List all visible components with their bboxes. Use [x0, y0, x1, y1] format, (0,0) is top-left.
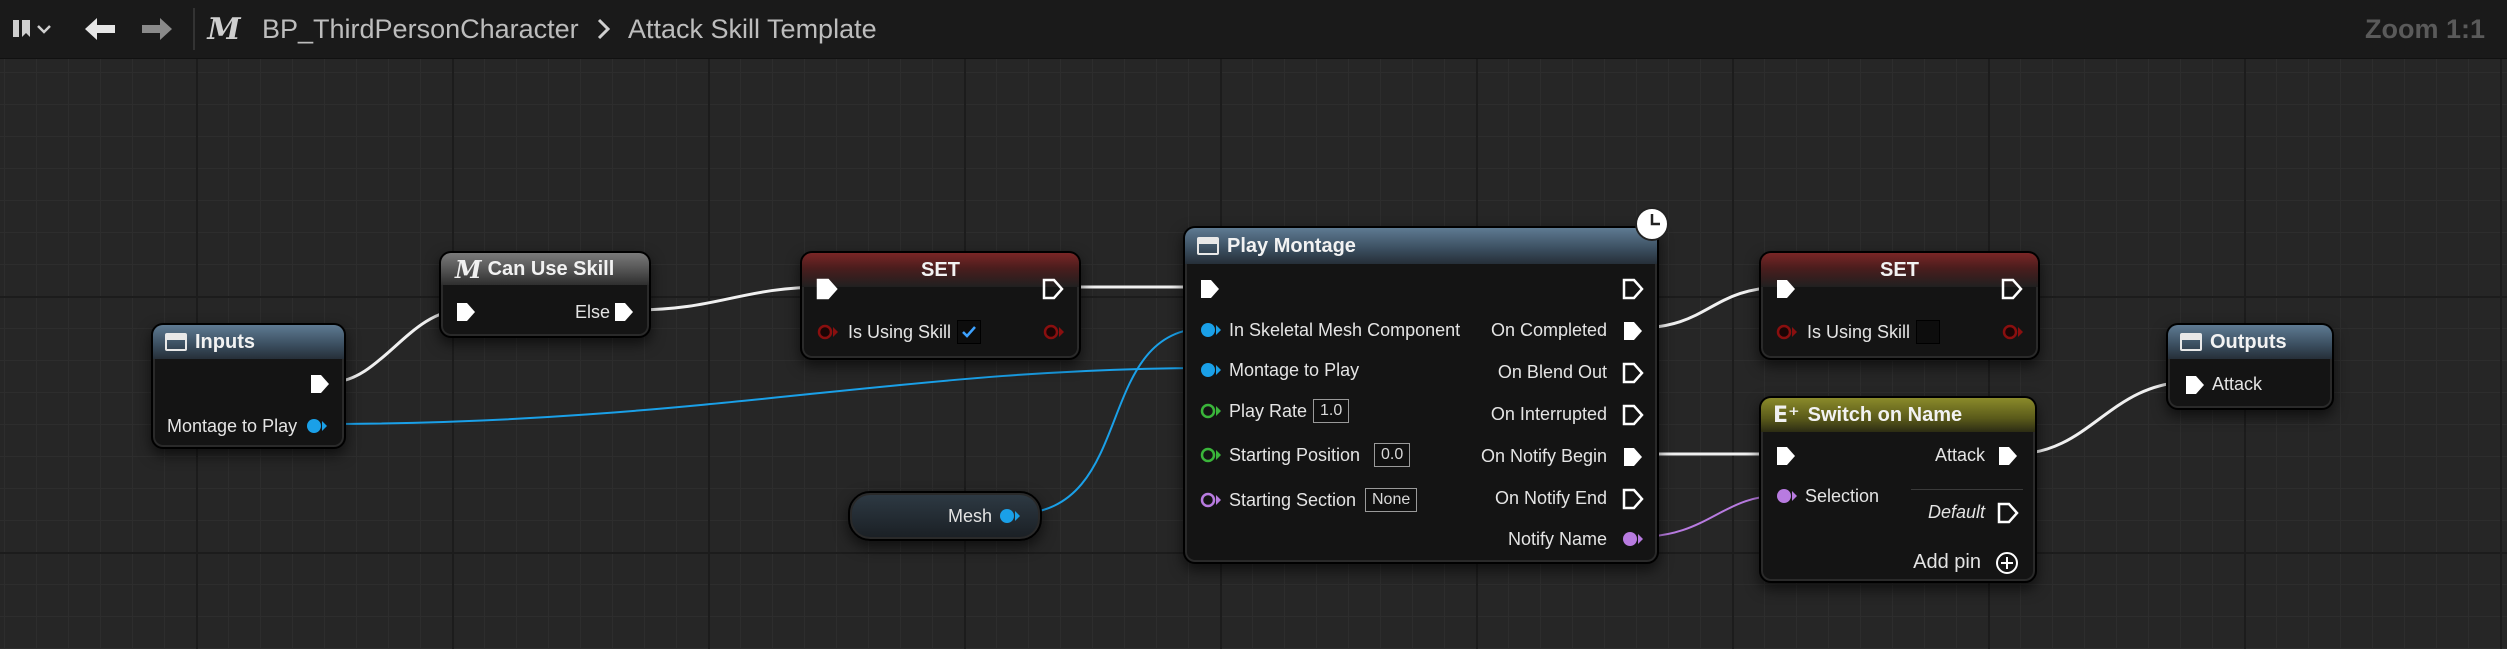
else-label: Else	[575, 302, 611, 322]
notify-name-pin[interactable]	[1621, 530, 1645, 548]
outputs-node[interactable]: Outputs Attack	[2166, 323, 2334, 410]
set-2-bool-in-pin[interactable]	[1775, 323, 1799, 341]
inputs-title: Inputs	[195, 330, 255, 353]
exec-out-pin[interactable]	[309, 373, 331, 395]
switch-attack-label: Attack	[1934, 445, 1985, 465]
on-blend-out-label: On Blend Out	[1497, 362, 1607, 382]
starting-position-pin[interactable]	[1199, 446, 1223, 464]
selection-pin[interactable]	[1775, 487, 1799, 505]
can-use-skill-node[interactable]: M Can Use Skill Else	[439, 251, 651, 338]
wire-attack-to-outputs	[2014, 380, 2191, 456]
play-montage-exec-in-pin[interactable]	[1199, 278, 1221, 300]
on-completed-label: On Completed	[1490, 320, 1607, 340]
switch-icon: E⁺	[1773, 402, 1800, 428]
mesh-label: Mesh	[948, 506, 993, 526]
play-rate-input[interactable]: 1.0	[1313, 399, 1350, 423]
set-1-bool-in-pin[interactable]	[816, 323, 840, 341]
default-label: Default	[1927, 502, 1985, 522]
outputs-attack-label: Attack	[2212, 374, 2263, 394]
wire-else-to-set1	[632, 285, 827, 312]
outputs-title: Outputs	[2210, 330, 2287, 353]
set-1-title: SET	[921, 258, 960, 281]
on-completed-pin[interactable]	[1622, 320, 1644, 342]
outputs-attack-in-pin[interactable]	[2184, 374, 2206, 396]
set-1-is-using-skill-label: Is Using Skill	[848, 322, 952, 342]
play-montage-header: Play Montage	[1185, 228, 1657, 264]
on-interrupted-label: On Interrupted	[1490, 404, 1607, 424]
play-montage-node[interactable]: Play Montage In Skeletal Mesh Component …	[1183, 207, 1669, 564]
set-node-2[interactable]: SET Is Using Skill	[1759, 251, 2040, 360]
montage-to-play-in-label: Montage to Play	[1229, 360, 1360, 380]
set-2-exec-in-pin[interactable]	[1775, 278, 1797, 300]
set-node-1[interactable]: SET Is Using Skill	[800, 251, 1081, 360]
add-pin-button[interactable]: Add pin	[1913, 550, 1981, 574]
play-rate-pin[interactable]	[1199, 402, 1223, 420]
set-2-header: SET	[1761, 253, 2038, 287]
set-2-is-using-skill-label: Is Using Skill	[1807, 322, 1911, 342]
switch-title: Switch on Name	[1807, 403, 1963, 426]
switch-attack-out-pin[interactable]	[1997, 445, 2019, 467]
set-2-title: SET	[1880, 258, 1919, 281]
in-skeletal-mesh-pin[interactable]	[1199, 321, 1223, 339]
set-1-checkbox[interactable]	[957, 320, 981, 344]
set-1-bool-out-pin[interactable]	[1042, 323, 1066, 341]
montage-out-pin[interactable]	[305, 417, 329, 435]
starting-position-label: Starting Position	[1229, 445, 1361, 465]
function-icon	[165, 333, 187, 351]
inputs-node[interactable]: Inputs Montage to Play	[151, 323, 346, 449]
can-use-skill-header: M Can Use Skill	[441, 253, 649, 285]
wire-montage-input	[319, 367, 1209, 425]
notify-name-label: Notify Name	[1507, 529, 1607, 549]
set-2-bool-out-pin[interactable]	[2001, 323, 2025, 341]
macro-icon: M	[455, 254, 482, 284]
starting-section-label: Starting Section	[1229, 490, 1357, 510]
on-notify-end-pin[interactable]	[1622, 488, 1644, 510]
on-notify-end-label: On Notify End	[1494, 488, 1607, 508]
switch-header: E⁺ Switch on Name	[1761, 398, 2035, 432]
latent-clock-icon	[1635, 207, 1669, 241]
set-1-exec-out-pin[interactable]	[1042, 278, 1064, 300]
add-pin-icon[interactable]	[1995, 551, 2019, 575]
can-use-skill-title: Can Use Skill	[487, 257, 615, 280]
on-interrupted-pin[interactable]	[1622, 404, 1644, 426]
on-notify-begin-label: On Notify Begin	[1480, 446, 1607, 466]
montage-to-play-label: Montage to Play	[167, 416, 298, 436]
selection-label: Selection	[1805, 486, 1880, 506]
checkmark-icon	[962, 326, 976, 338]
starting-section-input[interactable]: None	[1365, 488, 1418, 512]
on-notify-begin-pin[interactable]	[1622, 446, 1644, 468]
set-1-header: SET	[802, 253, 1079, 287]
switch-on-name-node[interactable]: E⁺ Switch on Name Attack Selection Defau…	[1759, 396, 2037, 583]
play-montage-exec-out-pin[interactable]	[1622, 278, 1644, 300]
switch-divider	[1911, 489, 2023, 490]
mesh-out-pin[interactable]	[998, 507, 1022, 525]
in-skeletal-mesh-label: In Skeletal Mesh Component	[1229, 320, 1461, 340]
default-out-pin[interactable]	[1997, 502, 2019, 524]
starting-position-input[interactable]: 0.0	[1374, 443, 1411, 467]
set-2-exec-out-pin[interactable]	[2001, 278, 2023, 300]
function-icon	[1197, 237, 1219, 255]
mesh-variable-node[interactable]: Mesh	[848, 491, 1042, 541]
play-montage-title: Play Montage	[1227, 234, 1356, 257]
set-2-checkbox[interactable]	[1916, 320, 1940, 344]
starting-section-pin[interactable]	[1199, 491, 1223, 509]
else-exec-out-pin[interactable]	[613, 301, 635, 323]
on-blend-out-pin[interactable]	[1622, 362, 1644, 384]
exec-in-pin[interactable]	[455, 301, 477, 323]
function-icon	[2180, 333, 2202, 351]
set-1-exec-in-pin[interactable]	[816, 278, 838, 300]
outputs-header: Outputs	[2168, 325, 2332, 359]
switch-exec-in-pin[interactable]	[1775, 445, 1797, 467]
montage-to-play-pin[interactable]	[1199, 361, 1223, 379]
inputs-header: Inputs	[153, 325, 344, 359]
play-rate-label: Play Rate	[1229, 401, 1308, 421]
